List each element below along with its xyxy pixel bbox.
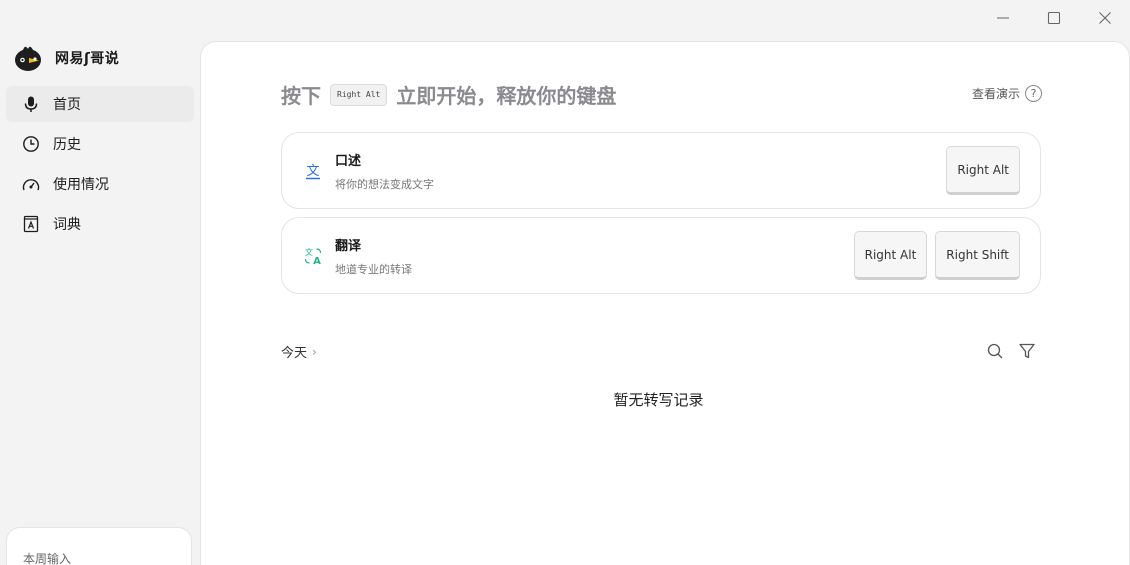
help-icon: ? xyxy=(1025,85,1042,102)
svg-text:文: 文 xyxy=(306,164,319,179)
hero-key-badge: Right Alt xyxy=(330,83,388,106)
mode-subtitle: 将你的想法变成文字 xyxy=(335,177,434,191)
minimize-icon xyxy=(996,17,1009,19)
mode-card-translate[interactable]: 文 A 翻译 地道专业的转译 Right Alt Right Shift xyxy=(281,217,1041,294)
clock-icon xyxy=(22,135,40,153)
today-label: 今天 xyxy=(281,346,308,361)
duck-logo-icon xyxy=(15,46,41,71)
translate-icon: 文 A xyxy=(304,247,321,266)
dictionary-icon xyxy=(22,215,40,233)
maximize-button[interactable] xyxy=(1028,0,1079,36)
mode-title: 口述 xyxy=(335,153,362,169)
sidebar-item-label: 首页 xyxy=(53,97,81,113)
gauge-icon xyxy=(22,175,40,193)
history-section-today[interactable]: 今天 › xyxy=(281,342,317,362)
shortcut-keys: Right Alt Right Shift xyxy=(853,231,1020,280)
search-icon[interactable] xyxy=(986,342,1004,360)
sidebar-item-usage[interactable]: 使用情况 xyxy=(6,166,194,202)
shortcut-key-right-alt[interactable]: Right Alt xyxy=(853,231,928,280)
sidebar-item-label: 词典 xyxy=(53,217,81,233)
close-button[interactable] xyxy=(1079,0,1130,36)
hero-heading: 按下 Right Alt 立即开始，释放你的键盘 xyxy=(281,80,616,109)
svg-text:文: 文 xyxy=(305,247,313,257)
mode-card-dictation[interactable]: 文 口述 将你的想法变成文字 Right Alt xyxy=(281,132,1041,209)
brand: 网易ʃ哥说 xyxy=(0,36,200,80)
view-demo-label: 查看演示 xyxy=(971,87,1020,101)
mode-subtitle: 地道专业的转译 xyxy=(335,262,412,276)
sidebar: 网易ʃ哥说 首页 历史 使用情况 词典 本周输入 xyxy=(0,36,200,565)
hero-suffix: 立即开始，释放你的键盘 xyxy=(396,84,617,108)
weekly-input-label: 本周输入 xyxy=(23,552,72,565)
minimize-button[interactable] xyxy=(977,0,1028,36)
weekly-input-card: 本周输入 xyxy=(6,527,192,565)
sidebar-nav: 首页 历史 使用情况 词典 xyxy=(0,86,200,242)
main-panel: 按下 Right Alt 立即开始，释放你的键盘 查看演示 ? 文 口述 将你的… xyxy=(200,41,1130,565)
history-tools xyxy=(986,342,1036,360)
shortcut-key-right-alt[interactable]: Right Alt xyxy=(946,146,1020,195)
sidebar-item-dictionary[interactable]: 词典 xyxy=(6,206,194,242)
maximize-icon xyxy=(1047,11,1060,25)
chevron-right-icon: › xyxy=(312,344,317,359)
app-name: 网易ʃ哥说 xyxy=(55,51,120,67)
mode-title: 翻译 xyxy=(335,238,362,254)
hero-prefix: 按下 xyxy=(281,84,321,108)
sidebar-item-history[interactable]: 历史 xyxy=(6,126,194,162)
sidebar-item-home[interactable]: 首页 xyxy=(6,86,194,122)
filter-icon[interactable] xyxy=(1018,342,1036,360)
view-demo-link[interactable]: 查看演示 ? xyxy=(972,85,1042,102)
title-bar xyxy=(977,0,1130,36)
sidebar-item-label: 历史 xyxy=(53,137,81,153)
sidebar-item-label: 使用情况 xyxy=(53,177,109,193)
shortcut-keys: Right Alt xyxy=(946,146,1020,195)
shortcut-key-right-shift[interactable]: Right Shift xyxy=(935,231,1020,280)
mic-icon xyxy=(22,95,40,113)
svg-text:A: A xyxy=(313,256,321,266)
close-icon xyxy=(1098,12,1111,24)
text-icon: 文 xyxy=(306,164,320,179)
empty-state-text: 暂无转写记录 xyxy=(613,391,704,409)
